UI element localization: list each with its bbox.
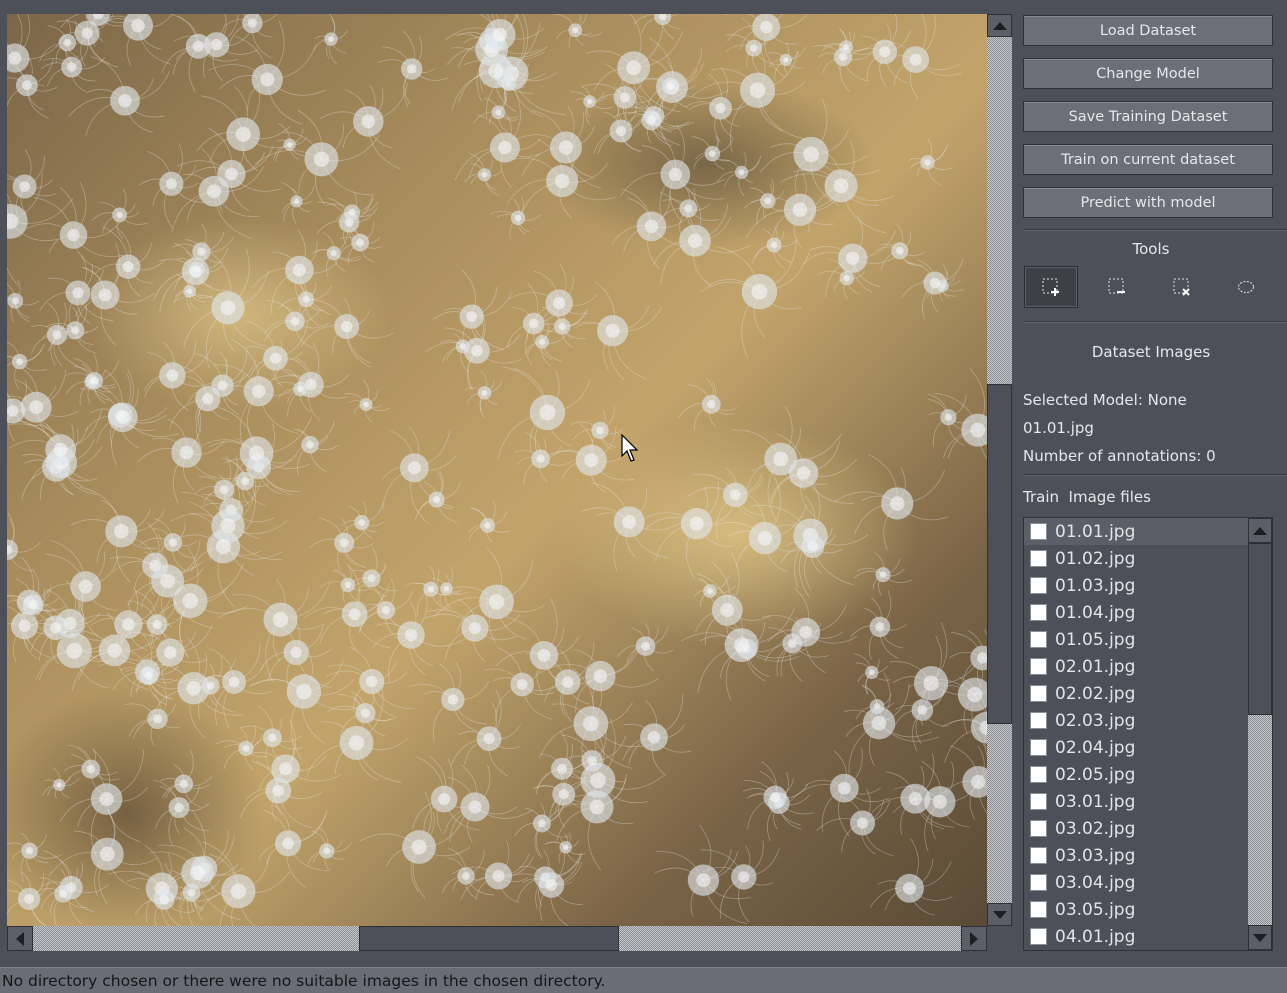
- list-item[interactable]: 04.01.jpg: [1024, 923, 1272, 950]
- train-checkbox[interactable]: [1030, 739, 1047, 756]
- arrow-up-icon: [1253, 526, 1267, 535]
- arrow-down-icon: [992, 910, 1007, 919]
- file-name: 02.01.jpg: [1055, 656, 1136, 677]
- train-checkbox[interactable]: [1030, 874, 1047, 891]
- delete-rectangle-icon: [1173, 278, 1190, 296]
- tools-title: Tools: [1132, 240, 1170, 258]
- list-item[interactable]: 01.03.jpg: [1024, 572, 1272, 599]
- file-name: 01.01.jpg: [1055, 521, 1136, 542]
- train-checkbox[interactable]: [1030, 577, 1047, 594]
- list-item[interactable]: 01.02.jpg: [1024, 545, 1272, 572]
- list-item[interactable]: 03.02.jpg: [1024, 815, 1272, 842]
- train-checkbox[interactable]: [1030, 523, 1047, 540]
- list-item[interactable]: 02.04.jpg: [1024, 734, 1272, 761]
- scroll-down-button[interactable]: [987, 903, 1012, 926]
- train-checkbox[interactable]: [1030, 658, 1047, 675]
- train-checkbox[interactable]: [1030, 766, 1047, 783]
- list-item[interactable]: 02.05.jpg: [1024, 761, 1272, 788]
- divider: [1023, 229, 1287, 231]
- train-current-dataset-button[interactable]: Train on current dataset: [1023, 144, 1273, 175]
- scroll-right-button[interactable]: [961, 926, 987, 951]
- list-item[interactable]: 03.04.jpg: [1024, 869, 1272, 896]
- coral-polyp-photo: [7, 14, 987, 926]
- scroll-up-button[interactable]: [987, 14, 1012, 37]
- list-scroll-up-button[interactable]: [1248, 518, 1272, 543]
- train-checkbox[interactable]: [1030, 793, 1047, 810]
- train-checkbox[interactable]: [1030, 685, 1047, 702]
- train-checkbox[interactable]: [1030, 820, 1047, 837]
- list-item[interactable]: 02.01.jpg: [1024, 653, 1272, 680]
- load-dataset-button[interactable]: Load Dataset: [1023, 15, 1273, 46]
- train-checkbox[interactable]: [1030, 847, 1047, 864]
- selected-model-label: Selected Model: None: [1023, 391, 1187, 409]
- list-item[interactable]: 01.04.jpg: [1024, 599, 1272, 626]
- ellipse-icon: [1238, 281, 1254, 293]
- list-item[interactable]: 01.01.jpg: [1024, 518, 1272, 545]
- train-checkbox[interactable]: [1030, 604, 1047, 621]
- status-bar: No directory chosen or there were no sui…: [0, 967, 1287, 993]
- file-name: 03.04.jpg: [1055, 872, 1136, 893]
- arrow-up-icon: [992, 21, 1007, 30]
- list-item[interactable]: 01.05.jpg: [1024, 626, 1272, 653]
- file-list-scrollbar[interactable]: [1248, 518, 1272, 950]
- current-file-label: 01.01.jpg: [1023, 419, 1094, 437]
- list-item[interactable]: 03.01.jpg: [1024, 788, 1272, 815]
- file-name: 03.01.jpg: [1055, 791, 1136, 812]
- list-item[interactable]: 03.05.jpg: [1024, 896, 1272, 923]
- file-name: 03.03.jpg: [1055, 845, 1136, 866]
- arrow-right-icon: [970, 931, 978, 946]
- train-checkbox[interactable]: [1030, 631, 1047, 648]
- train-checkbox[interactable]: [1030, 928, 1047, 945]
- scrollbar-corner: [987, 926, 1012, 951]
- scroll-left-button[interactable]: [7, 926, 33, 951]
- change-model-button[interactable]: Change Model: [1023, 58, 1273, 89]
- tool-subtract-rectangle[interactable]: [1090, 266, 1144, 308]
- image-vertical-scrollbar[interactable]: [987, 14, 1012, 926]
- image-horizontal-scrollbar[interactable]: [7, 926, 987, 951]
- divider: [1023, 321, 1287, 323]
- subtract-rectangle-icon: [1108, 278, 1125, 294]
- file-name: 02.02.jpg: [1055, 683, 1136, 704]
- image-file-list[interactable]: 01.01.jpg 01.02.jpg 01.03.jpg 01.04.jpg 01.0…: [1023, 517, 1273, 951]
- add-rectangle-icon: [1042, 278, 1059, 296]
- tool-delete-rectangle[interactable]: [1155, 266, 1209, 308]
- list-item[interactable]: 02.03.jpg: [1024, 707, 1272, 734]
- file-list-items: 01.01.jpg 01.02.jpg 01.03.jpg 01.04.jpg 01.0…: [1024, 518, 1272, 950]
- vertical-scroll-thumb[interactable]: [987, 384, 1012, 724]
- annotation-count-label: Number of annotations: 0: [1023, 447, 1216, 465]
- dataset-images-title: Dataset Images: [1091, 343, 1211, 361]
- file-name: 02.05.jpg: [1055, 764, 1136, 785]
- train-checkbox[interactable]: [1030, 550, 1047, 567]
- file-list-header: Train Image files: [1023, 488, 1151, 506]
- list-scroll-down-button[interactable]: [1248, 925, 1272, 950]
- file-name: 01.05.jpg: [1055, 629, 1136, 650]
- file-name: 01.04.jpg: [1055, 602, 1136, 623]
- predict-with-model-button[interactable]: Predict with model: [1023, 187, 1273, 218]
- file-name: 02.04.jpg: [1055, 737, 1136, 758]
- file-name: 01.02.jpg: [1055, 548, 1136, 569]
- mouse-cursor-icon: [621, 434, 639, 462]
- file-name: 02.03.jpg: [1055, 710, 1136, 731]
- train-checkbox[interactable]: [1030, 901, 1047, 918]
- divider: [1023, 474, 1287, 476]
- file-name: 03.05.jpg: [1055, 899, 1136, 920]
- polyp-texture: [7, 14, 987, 926]
- save-training-dataset-button[interactable]: Save Training Dataset: [1023, 101, 1273, 132]
- arrow-left-icon: [16, 931, 24, 946]
- list-item[interactable]: 03.03.jpg: [1024, 842, 1272, 869]
- list-scroll-thumb[interactable]: [1248, 543, 1272, 715]
- file-name: 04.01.jpg: [1055, 926, 1136, 947]
- file-name: 03.02.jpg: [1055, 818, 1136, 839]
- horizontal-scroll-thumb[interactable]: [359, 926, 619, 951]
- image-canvas[interactable]: [7, 14, 987, 926]
- file-name: 01.03.jpg: [1055, 575, 1136, 596]
- tool-ellipse[interactable]: [1219, 266, 1273, 308]
- main-window: Load Dataset Change Model Save Training …: [0, 0, 1287, 967]
- control-panel: Load Dataset Change Model Save Training …: [1015, 10, 1287, 967]
- list-item[interactable]: 02.02.jpg: [1024, 680, 1272, 707]
- tool-add-rectangle[interactable]: [1024, 266, 1078, 308]
- arrow-down-icon: [1253, 933, 1267, 942]
- train-checkbox[interactable]: [1030, 712, 1047, 729]
